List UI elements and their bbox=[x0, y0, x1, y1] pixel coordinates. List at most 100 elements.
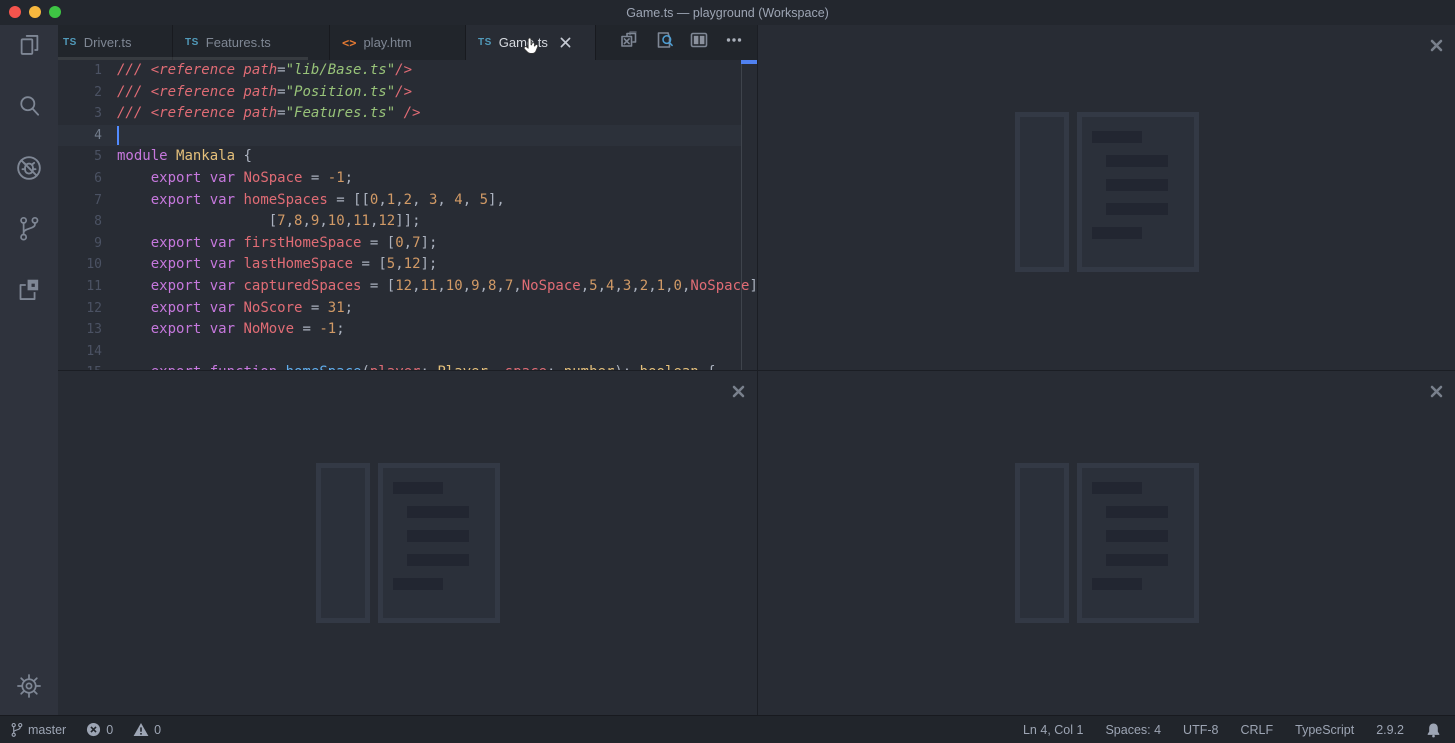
line-number: 13 bbox=[58, 319, 102, 341]
tab-game-ts[interactable]: TSGame.ts bbox=[466, 25, 596, 60]
activity-bar-item-explorer[interactable] bbox=[15, 35, 43, 61]
code-line-1[interactable]: 1/// <reference path="lib/Base.ts"/> bbox=[58, 60, 757, 82]
status-item-label: 0 bbox=[154, 723, 161, 737]
activity-bar bbox=[0, 25, 58, 715]
editor-group-empty-top-right[interactable] bbox=[757, 25, 1455, 370]
activity-bar-item-debug[interactable] bbox=[15, 157, 43, 183]
editor-group-empty-bottom-right[interactable] bbox=[757, 370, 1455, 715]
code-line-4[interactable]: 4 bbox=[58, 125, 757, 147]
close-all-editors-button[interactable] bbox=[619, 33, 639, 53]
code-lines: 1/// <reference path="lib/Base.ts"/>2///… bbox=[58, 60, 757, 370]
code-line-7[interactable]: 7 export var homeSpaces = [[0,1,2, 3, 4,… bbox=[58, 190, 757, 212]
empty-editor-watermark bbox=[1015, 463, 1199, 623]
code-line-13[interactable]: 13 export var NoMove = -1; bbox=[58, 319, 757, 341]
code-line-5[interactable]: 5 module Mankala { bbox=[58, 146, 757, 168]
line-number: 15 bbox=[58, 362, 102, 370]
editor-group-code: TSDriver.tsTSFeatures.ts<>play.htmTSGame… bbox=[58, 25, 757, 370]
status-item-warnings[interactable]: 0 bbox=[133, 722, 161, 737]
code-text: export var NoMove = -1; bbox=[117, 319, 345, 341]
status-item-label: 0 bbox=[106, 723, 113, 737]
editor-group-empty-bottom-left[interactable] bbox=[58, 370, 757, 715]
status-item-git-branch[interactable]: master bbox=[10, 722, 66, 738]
tab-play-htm[interactable]: <>play.htm bbox=[330, 25, 466, 60]
activity-bar-item-settings[interactable] bbox=[15, 675, 43, 701]
line-number: 14 bbox=[58, 341, 102, 363]
vscode-window: Game.ts — playground (Workspace) TSDrive… bbox=[0, 0, 1455, 743]
status-item-cursor-position[interactable]: Ln 4, Col 1 bbox=[1023, 723, 1083, 737]
status-item-errors[interactable]: 0 bbox=[86, 722, 113, 737]
title-bar[interactable]: Game.ts — playground (Workspace) bbox=[0, 0, 1455, 25]
activity-bar-item-search[interactable] bbox=[15, 96, 43, 122]
status-bar-left: master 0 0 bbox=[10, 722, 161, 738]
warning-icon bbox=[133, 722, 149, 737]
status-item-label: Spaces: 4 bbox=[1105, 723, 1161, 737]
close-tab-icon[interactable] bbox=[559, 36, 572, 49]
status-item-eol[interactable]: CRLF bbox=[1240, 723, 1273, 737]
editor-actions bbox=[596, 25, 757, 60]
split-editor-icon bbox=[689, 30, 709, 55]
code-line-8[interactable]: 8 [7,8,9,10,11,12]]; bbox=[58, 211, 757, 233]
activity-bar-item-source-control[interactable] bbox=[15, 218, 43, 244]
code-line-6[interactable]: 6 export var NoSpace = -1; bbox=[58, 168, 757, 190]
tab-features-ts[interactable]: TSFeatures.ts bbox=[173, 25, 330, 60]
close-editor-group-button[interactable] bbox=[1428, 383, 1444, 399]
status-bar: master 0 0 Ln 4, Col 1 Spaces: 4 UTF-8 CRLF Ty… bbox=[0, 715, 1455, 743]
window-title: Game.ts — playground (Workspace) bbox=[626, 6, 829, 20]
tab-label: play.htm bbox=[363, 35, 411, 50]
status-item-encoding[interactable]: UTF-8 bbox=[1183, 723, 1218, 737]
traffic-lights bbox=[9, 6, 61, 18]
code-text: export var lastHomeSpace = [5,12]; bbox=[117, 254, 437, 276]
text-cursor bbox=[117, 126, 119, 145]
error-icon bbox=[86, 722, 101, 737]
code-text: export var homeSpaces = [[0,1,2, 3, 4, 5… bbox=[117, 190, 505, 212]
line-number: 3 bbox=[58, 103, 102, 125]
code-line-9[interactable]: 9 export var firstHomeSpace = [0,7]; bbox=[58, 233, 757, 255]
tab-label: Driver.ts bbox=[84, 35, 132, 50]
search-icon bbox=[16, 93, 43, 125]
files-icon bbox=[16, 32, 43, 64]
code-text: module Mankala { bbox=[117, 146, 252, 168]
close-editor-group-button[interactable] bbox=[1428, 37, 1444, 53]
status-item-label: 2.9.2 bbox=[1376, 723, 1404, 737]
bell-icon bbox=[1426, 722, 1441, 738]
overview-ruler-border bbox=[741, 60, 742, 370]
close-editor-group-button[interactable] bbox=[730, 383, 746, 399]
debug-disabled-icon bbox=[15, 154, 43, 187]
line-number: 11 bbox=[58, 276, 102, 298]
status-item-typescript-version[interactable]: 2.9.2 bbox=[1376, 723, 1404, 737]
code-line-12[interactable]: 12 export var NoScore = 31; bbox=[58, 298, 757, 320]
status-item-indentation[interactable]: Spaces: 4 bbox=[1105, 723, 1161, 737]
zoom-window-button[interactable] bbox=[49, 6, 61, 18]
code-line-15[interactable]: 15 export function homeSpace(player: Pla… bbox=[58, 362, 757, 370]
code-line-11[interactable]: 11 export var capturedSpaces = [12,11,10… bbox=[58, 276, 757, 298]
status-item-language-mode[interactable]: TypeScript bbox=[1295, 723, 1354, 737]
search-editors-button[interactable] bbox=[654, 33, 674, 53]
line-number: 10 bbox=[58, 254, 102, 276]
code-line-10[interactable]: 10 export var lastHomeSpace = [5,12]; bbox=[58, 254, 757, 276]
code-text: export var NoScore = 31; bbox=[117, 298, 353, 320]
more-actions-button[interactable] bbox=[724, 33, 744, 53]
code-text: /// <reference path="lib/Base.ts"/> bbox=[117, 60, 412, 82]
code-text: [7,8,9,10,11,12]]; bbox=[117, 211, 421, 233]
code-text: export function homeSpace(player: Player… bbox=[117, 362, 716, 370]
more-dots-icon bbox=[724, 30, 744, 55]
extensions-icon bbox=[16, 276, 43, 308]
code-editor[interactable]: 1/// <reference path="lib/Base.ts"/>2///… bbox=[58, 60, 757, 370]
line-number: 5 bbox=[58, 146, 102, 168]
close-window-button[interactable] bbox=[9, 6, 21, 18]
empty-editor-watermark bbox=[316, 463, 500, 623]
code-line-2[interactable]: 2/// <reference path="Position.ts"/> bbox=[58, 82, 757, 104]
activity-bar-item-extensions[interactable] bbox=[15, 279, 43, 305]
line-number: 6 bbox=[58, 168, 102, 190]
gear-icon bbox=[16, 673, 42, 704]
status-item-notifications[interactable] bbox=[1426, 722, 1441, 738]
tab-label: Features.ts bbox=[206, 35, 271, 50]
minimize-window-button[interactable] bbox=[29, 6, 41, 18]
code-line-3[interactable]: 3/// <reference path="Features.ts" /> bbox=[58, 103, 757, 125]
tab-driver-ts[interactable]: TSDriver.ts bbox=[58, 25, 173, 60]
code-line-14[interactable]: 14 bbox=[58, 341, 757, 363]
line-number: 4 bbox=[58, 125, 102, 147]
split-editor-button[interactable] bbox=[689, 33, 709, 53]
line-number: 2 bbox=[58, 82, 102, 104]
line-number: 8 bbox=[58, 211, 102, 233]
